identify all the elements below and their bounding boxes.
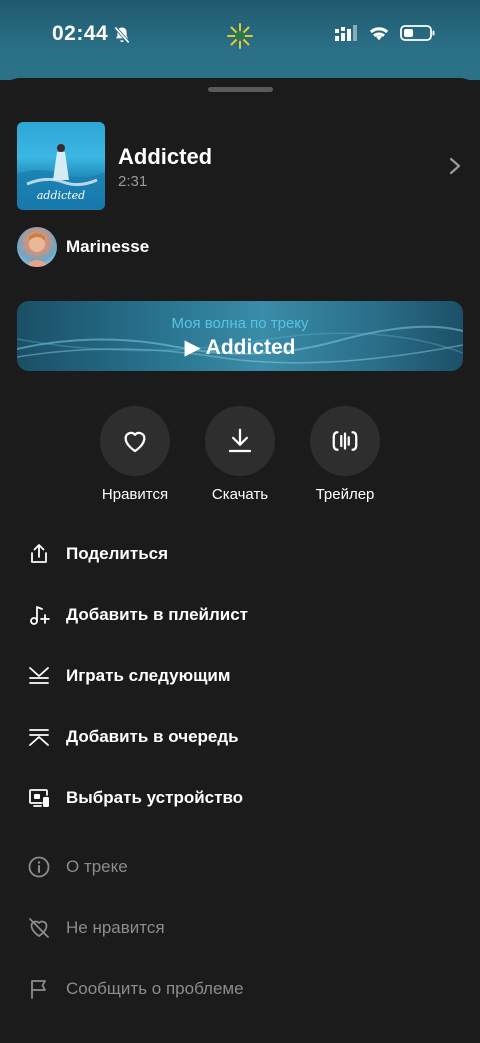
menu-label-add-queue: Добавить в очередь <box>66 726 239 746</box>
play-next-icon <box>29 666 49 684</box>
heart-icon <box>124 431 146 453</box>
track-title: Addicted <box>118 144 213 169</box>
artist-photo <box>25 233 49 267</box>
wave-title: ▶ Addicted <box>184 336 296 359</box>
sheet-grabber[interactable] <box>208 87 273 92</box>
download-button-circle[interactable] <box>205 406 275 476</box>
track-menu: Поделиться Добавить в плейлист Играть сл… <box>0 523 480 1019</box>
track-action-sheet: addicted Addicted 2:31 Marinesse Моя вол… <box>0 78 480 1043</box>
menu-item-dislike[interactable]: Не нравится <box>0 897 480 958</box>
trailer-icon <box>332 431 358 451</box>
trailer-label: Трейлер <box>315 486 375 503</box>
menu-label-dislike: Не нравится <box>66 917 165 937</box>
sun-icon <box>227 23 253 49</box>
menu-label-choose-device: Выбрать устройство <box>66 787 244 807</box>
menu-label-about-track: О треке <box>66 856 128 876</box>
menu-item-share[interactable]: Поделиться <box>0 523 480 584</box>
trailer-button[interactable]: Трейлер <box>295 406 395 503</box>
menu-item-about-track[interactable]: О треке <box>0 836 480 897</box>
action-buttons: Нравится Скачать Трейлер <box>0 406 480 506</box>
download-label: Скачать <box>211 486 269 503</box>
flag-icon <box>31 979 46 999</box>
dislike-icon <box>29 917 49 938</box>
trailer-button-circle[interactable] <box>310 406 380 476</box>
like-button-circle[interactable] <box>100 406 170 476</box>
like-button[interactable]: Нравится <box>85 406 185 503</box>
menu-item-report[interactable]: Сообщить о проблеме <box>0 958 480 1019</box>
menu-label-share: Поделиться <box>66 543 169 563</box>
track-header[interactable]: addicted Addicted 2:31 <box>17 122 463 210</box>
mute-bell-icon <box>114 26 130 44</box>
battery-icon <box>400 25 435 41</box>
share-icon <box>31 543 47 563</box>
menu-divider-gap <box>0 828 480 836</box>
avatar <box>17 227 57 267</box>
download-button[interactable]: Скачать <box>190 406 290 503</box>
my-wave-banner[interactable]: Моя волна по треку ▶ Addicted <box>17 301 463 371</box>
device-icon <box>29 788 49 807</box>
artist-name: Marinesse <box>66 237 150 256</box>
album-cover: addicted <box>17 122 105 210</box>
track-duration: 2:31 <box>118 173 148 190</box>
download-icon <box>228 428 252 453</box>
add-to-queue-icon <box>29 728 49 746</box>
add-to-playlist-icon <box>30 605 50 625</box>
menu-item-add-playlist[interactable]: Добавить в плейлист <box>0 584 480 645</box>
wifi-icon <box>369 27 389 41</box>
info-icon <box>28 856 50 877</box>
chevron-right-icon[interactable] <box>447 156 463 176</box>
like-label: Нравится <box>101 486 169 503</box>
wave-subtitle: Моя волна по треку <box>171 315 309 332</box>
menu-label-play-next: Играть следующим <box>66 665 231 685</box>
menu-item-choose-device[interactable]: Выбрать устройство <box>0 767 480 828</box>
menu-item-play-next[interactable]: Играть следующим <box>0 645 480 706</box>
artist-row[interactable]: Marinesse <box>17 227 149 267</box>
signal-icon <box>335 25 357 41</box>
status-time: 02:44 <box>52 22 109 45</box>
status-icons <box>334 24 436 42</box>
menu-label-report: Сообщить о проблеме <box>66 978 244 998</box>
cover-title: addicted <box>36 189 86 202</box>
menu-label-add-playlist: Добавить в плейлист <box>66 604 249 624</box>
menu-item-add-queue[interactable]: Добавить в очередь <box>0 706 480 767</box>
status-bar: 02:44 <box>0 0 480 80</box>
